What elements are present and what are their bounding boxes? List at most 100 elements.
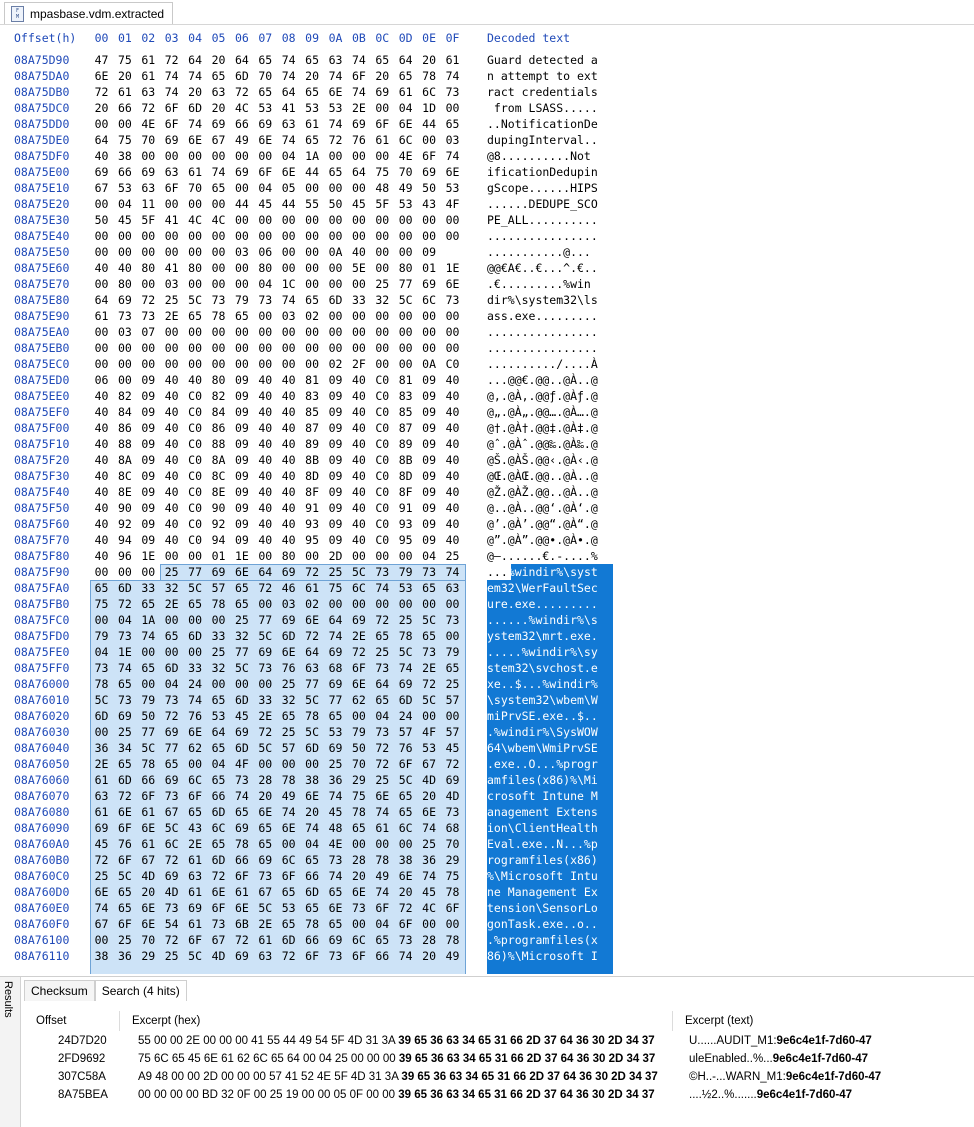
excerpt-text-match: 9e6c4e1f-7d60-47: [756, 1089, 853, 1101]
row-decoded-text[interactable]: dupingInterval..: [487, 133, 598, 147]
row-decoded-text[interactable]: Guard detected a: [487, 53, 598, 67]
row-decoded-text[interactable]: %\Microsoft Intu: [487, 869, 598, 883]
row-decoded-text[interactable]: ion\ClientHealth: [487, 821, 598, 835]
row-decoded-text[interactable]: rogramfiles(x86): [487, 853, 598, 867]
row-decoded-text[interactable]: @..@À..@@‘.@À‘.@: [487, 501, 598, 515]
row-decoded-text[interactable]: n attempt to ext: [487, 69, 598, 83]
row-decoded-text[interactable]: .%programfiles(x: [487, 933, 598, 947]
row-decoded-text[interactable]: amfiles(x86)%\Mi: [487, 773, 598, 787]
result-row[interactable]: 307C58A A9 48 00 00 2D 00 00 00 57 41 52 …: [24, 1071, 972, 1089]
row-offset: 08A760E0: [14, 901, 70, 915]
excerpt-text-match: 9e6c4e1f-7d60-47: [785, 1071, 882, 1083]
row-decoded-text[interactable]: @Š.@ÀŠ.@@‹.@À‹.@: [487, 453, 598, 467]
excerpt-hex-context: 00 00 00 00 BD 32 0F 00 25 19 00 00 05 0…: [138, 1089, 399, 1101]
file-icon: FM: [11, 5, 24, 22]
row-decoded-text[interactable]: ract credentials: [487, 85, 598, 99]
row-offset: 08A75E30: [14, 213, 70, 227]
row-offset: 08A76110: [14, 949, 70, 963]
column-header-excerpt-text[interactable]: Excerpt (text): [673, 1011, 963, 1031]
row-offset: 08A76000: [14, 677, 70, 691]
row-decoded-text[interactable]: ......DEDUPE_SCO: [487, 197, 598, 211]
row-decoded-text[interactable]: @„.@À„.@@….@À….@: [487, 405, 598, 419]
row-decoded-text[interactable]: @8..........Not: [487, 149, 591, 163]
row-offset: 08A76070: [14, 789, 70, 803]
row-offset: 08A75DB0: [14, 85, 70, 99]
row-decoded-text[interactable]: em32\WerFaultSec: [487, 581, 598, 595]
row-offset: 08A75F20: [14, 453, 70, 467]
row-decoded-text[interactable]: ...%windir%\syst: [487, 565, 598, 579]
tab-checksum[interactable]: Checksum: [24, 980, 95, 1001]
row-decoded-text[interactable]: anagement Extens: [487, 805, 598, 819]
row-decoded-text[interactable]: @”.@À”.@@•.@À•.@: [487, 533, 598, 547]
row-offset: 08A75EF0: [14, 405, 70, 419]
row-decoded-text[interactable]: ................: [487, 229, 598, 243]
result-row[interactable]: 8A75BEA 00 00 00 00 BD 32 0F 00 25 19 00 …: [24, 1089, 972, 1107]
result-excerpt-text: uleEnabled..%...9e6c4e1f-7d60-47: [689, 1053, 868, 1065]
excerpt-text-context: uleEnabled..%...: [689, 1053, 773, 1065]
row-decoded-text[interactable]: from LSASS.....: [487, 101, 598, 115]
row-offset: 08A75DE0: [14, 133, 70, 147]
row-decoded-text[interactable]: ................: [487, 341, 598, 355]
row-decoded-text[interactable]: ass.exe.........: [487, 309, 598, 323]
row-offset: 08A76100: [14, 933, 70, 947]
row-decoded-text[interactable]: ......%windir%\s: [487, 613, 598, 627]
row-decoded-text[interactable]: ...@@€.@@..@À..@: [487, 373, 598, 387]
row-decoded-text[interactable]: .exe..O...%progr: [487, 757, 598, 771]
excerpt-text-match: 9e6c4e1f-7d60-47: [776, 1035, 872, 1047]
row-decoded-text[interactable]: ne Management Ex: [487, 885, 598, 899]
row-decoded-text[interactable]: xe..$...%windir%: [487, 677, 598, 691]
row-decoded-text[interactable]: ificationDedupin: [487, 165, 598, 179]
row-decoded-text[interactable]: ........../....À: [487, 357, 598, 371]
result-offset: 24D7D20: [58, 1035, 107, 1047]
results-side-tab[interactable]: Results: [0, 977, 21, 1127]
row-decoded-text[interactable]: .....%windir%\sy: [487, 645, 598, 659]
hex-view[interactable]: Offset(h) 00 01 02 03 04 05 06 07 08 09 0A 0B 0C 0D 0E 0…: [0, 31, 974, 974]
column-header: 0B: [351, 31, 366, 45]
excerpt-hex-match: 39 65 36 63 34 65 31 66 2D 37 64 36 30 2…: [401, 1071, 658, 1083]
row-decoded-text[interactable]: Eval.exe..N...%p: [487, 837, 598, 851]
column-header-excerpt-hex[interactable]: Excerpt (hex): [120, 1011, 673, 1031]
row-decoded-text[interactable]: 86)%\Microsoft I: [487, 949, 598, 963]
row-decoded-text[interactable]: \system32\wbem\W: [487, 693, 598, 707]
row-decoded-text[interactable]: ure.exe.........: [487, 597, 598, 611]
row-decoded-text[interactable]: gScope......HIPS: [487, 181, 598, 195]
row-decoded-text[interactable]: @–......€.-....%: [487, 549, 598, 563]
row-decoded-text[interactable]: ..NotificationDe: [487, 117, 598, 131]
row-offset: 08A75DC0: [14, 101, 70, 115]
row-offset: 08A76090: [14, 821, 70, 835]
row-decoded-text[interactable]: @ˆ.@Àˆ.@@‰.@À‰.@: [487, 437, 598, 451]
row-offset: 08A760F0: [14, 917, 70, 931]
row-decoded-text[interactable]: 64\wbem\WmiPrvSE: [487, 741, 598, 755]
row-decoded-text[interactable]: .€.........%win: [487, 277, 591, 291]
row-decoded-text[interactable]: @Ž.@ÀŽ.@@..@À..@: [487, 485, 598, 499]
column-header-offset[interactable]: Offset: [24, 1011, 120, 1031]
result-row[interactable]: 2FD9692 75 6C 65 45 6E 61 62 6C 65 64 00 …: [24, 1053, 972, 1071]
row-decoded-text[interactable]: miPrvSE.exe..$..: [487, 709, 598, 723]
row-decoded-text[interactable]: gonTask.exe..o..: [487, 917, 598, 931]
column-header: 03: [164, 31, 179, 45]
row-decoded-text[interactable]: ...........@...: [487, 245, 591, 259]
result-excerpt-hex: 55 00 00 2E 00 00 00 41 55 44 49 54 5F 4…: [138, 1035, 655, 1047]
tab-file[interactable]: FM mpasbase.vdm.extracted: [4, 2, 174, 24]
row-decoded-text[interactable]: @Œ.@ÀŒ.@@..@À..@: [487, 469, 598, 483]
row-decoded-text[interactable]: tension\SensorLo: [487, 901, 598, 915]
tab-search-hits[interactable]: Search (4 hits): [94, 980, 187, 1001]
column-header: 06: [234, 31, 249, 45]
result-excerpt-hex: 00 00 00 00 BD 32 0F 00 25 19 00 00 05 0…: [138, 1089, 655, 1101]
row-decoded-text[interactable]: @’.@À’.@@“.@À“.@: [487, 517, 598, 531]
row-decoded-text[interactable]: ................: [487, 325, 598, 339]
column-header: 0C: [375, 31, 390, 45]
row-decoded-text[interactable]: @‚.@À‚.@@ƒ.@Àƒ.@: [487, 389, 598, 403]
row-decoded-text[interactable]: ystem32\mrt.exe.: [487, 629, 598, 643]
column-header: 05: [211, 31, 226, 45]
results-panel: Results Checksum Search (4 hits) Offset …: [0, 976, 974, 1127]
row-decoded-text[interactable]: crosoft Intune M: [487, 789, 598, 803]
row-decoded-text[interactable]: @†.@À†.@@‡.@À‡.@: [487, 421, 598, 435]
row-decoded-text[interactable]: @@€A€..€...^.€..: [487, 261, 598, 275]
result-row[interactable]: 24D7D20 55 00 00 2E 00 00 00 41 55 44 49 …: [24, 1035, 972, 1053]
row-decoded-text[interactable]: PE_ALL..........: [487, 213, 598, 227]
row-decoded-text[interactable]: .%windir%\SysWOW: [487, 725, 598, 739]
row-decoded-text[interactable]: dir%\system32\ls: [487, 293, 598, 307]
row-decoded-text[interactable]: stem32\svchost.e: [487, 661, 598, 675]
row-offset: 08A760C0: [14, 869, 70, 883]
